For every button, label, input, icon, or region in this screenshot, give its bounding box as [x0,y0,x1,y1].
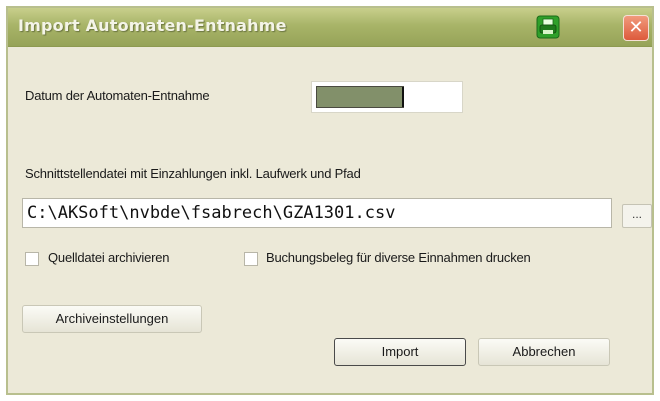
archive-checkbox[interactable] [25,252,39,266]
date-selection [316,86,404,108]
archive-settings-button[interactable]: Archiveinstellungen [22,305,202,333]
close-icon: ✕ [628,17,644,38]
date-input[interactable] [311,81,463,113]
print-receipt-checkbox-label[interactable]: Buchungsbeleg für diverse Einnahmen druc… [266,250,531,265]
close-button[interactable]: ✕ [623,15,649,41]
text-caret [402,87,404,107]
printer-icon [536,15,560,39]
file-path-input[interactable]: C:\AKSoft\nvbde\fsabrech\GZA1301.csv [22,198,612,228]
print-receipt-checkbox[interactable] [244,252,258,266]
browse-button[interactable]: ... [622,204,652,228]
window-title: Import Automaten-Entnahme [18,16,287,35]
archive-checkbox-label[interactable]: Quelldatei archivieren [48,250,170,265]
file-label: Schnittstellendatei mit Einzahlungen ink… [25,166,361,181]
date-label: Datum der Automaten-Entnahme [25,88,210,103]
import-dialog: Import Automaten-Entnahme ✕ Datum der Au… [6,6,654,395]
cancel-button[interactable]: Abbrechen [478,338,610,366]
title-bar[interactable]: Import Automaten-Entnahme ✕ [8,8,652,47]
import-button[interactable]: Import [334,338,466,366]
